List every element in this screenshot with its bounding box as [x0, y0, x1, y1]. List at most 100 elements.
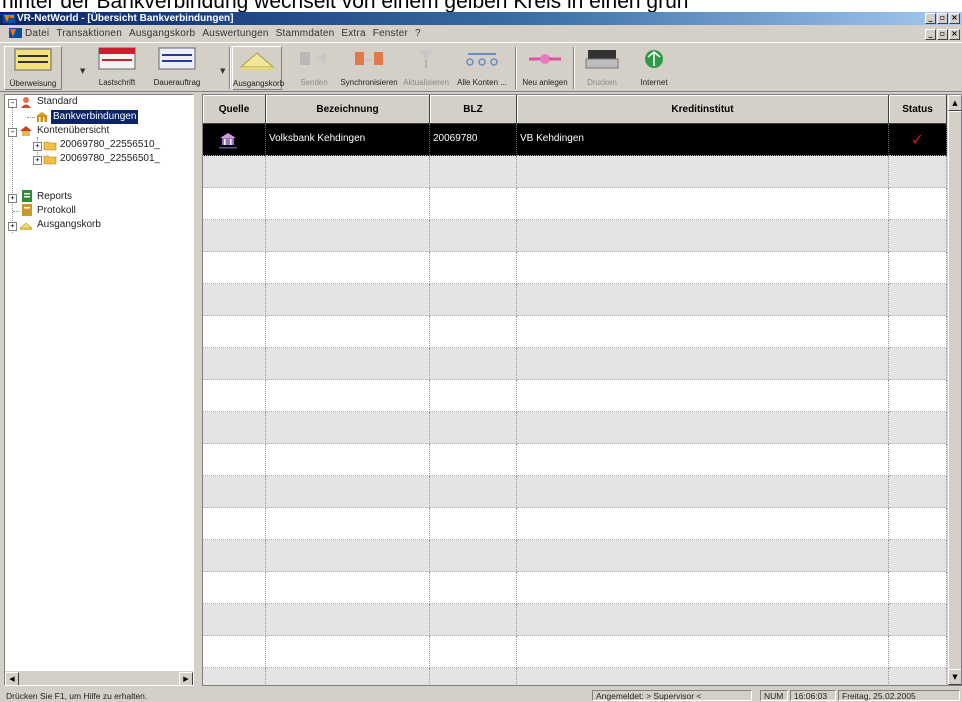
empty-table-row[interactable] [203, 572, 947, 604]
menu-help[interactable]: ? [415, 25, 421, 42]
protocol-icon [22, 204, 32, 216]
document-window-icon[interactable] [9, 28, 22, 38]
status-login: Angemeldet: > Supervisor < [592, 690, 752, 701]
empty-table-row[interactable] [203, 220, 947, 252]
column-header-bezeichnung[interactable]: Bezeichnung [266, 95, 430, 124]
tree-horizontal-scrollbar[interactable]: ◀ ▶ [5, 670, 193, 685]
order-dropdown-arrow[interactable]: ▼ [220, 67, 225, 75]
refresh-button[interactable]: Aktualisieren [400, 46, 452, 90]
transfer-dropdown-arrow[interactable]: ▼ [80, 67, 85, 75]
outbox-icon [239, 52, 275, 70]
empty-cell [266, 636, 430, 668]
all-accounts-button[interactable]: Alle Konten ... [454, 46, 510, 90]
empty-cell [203, 252, 266, 284]
print-button[interactable]: Drucken [578, 46, 626, 90]
column-header-kreditinstitut[interactable]: Kreditinstitut [517, 95, 889, 124]
outbox-button[interactable]: Ausgangskorb [232, 46, 284, 90]
window-controls: _ ▫ × [925, 13, 960, 24]
navigation-tree: − Standard Bankverbindungen − Kontenüber… [4, 94, 194, 686]
empty-cell [517, 220, 889, 252]
column-header-status[interactable]: Status [889, 95, 947, 124]
empty-table-row[interactable] [203, 668, 947, 685]
grid-vertical-scrollbar[interactable]: ▲ ▼ [947, 95, 961, 685]
column-header-quelle[interactable]: Quelle [203, 95, 266, 124]
empty-cell [889, 220, 947, 252]
expand-reports[interactable]: + [8, 194, 17, 203]
standing-order-button[interactable]: Dauerauftrag [148, 46, 206, 90]
restore-button[interactable]: ▫ [937, 13, 948, 24]
scroll-right-arrow[interactable]: ▶ [179, 672, 193, 685]
scroll-left-arrow[interactable]: ◀ [5, 672, 19, 685]
empty-cell [517, 380, 889, 412]
empty-cell [430, 540, 517, 572]
empty-table-row[interactable] [203, 508, 947, 540]
empty-cell [266, 220, 430, 252]
empty-table-row[interactable] [203, 636, 947, 668]
empty-cell [517, 348, 889, 380]
empty-table-row[interactable] [203, 476, 947, 508]
expand-standard[interactable]: − [8, 99, 17, 108]
empty-table-row[interactable] [203, 284, 947, 316]
menu-ausgangskorb[interactable]: Ausgangskorb [129, 25, 195, 42]
expand-account-2[interactable]: + [33, 156, 42, 165]
empty-table-row[interactable] [203, 444, 947, 476]
empty-cell [889, 412, 947, 444]
empty-cell [203, 348, 266, 380]
menu-transaktionen[interactable]: Transaktionen [56, 25, 122, 42]
empty-table-row[interactable] [203, 348, 947, 380]
empty-table-row[interactable] [203, 604, 947, 636]
table-row[interactable]: Volksbank Kehdingen 20069780 VB Kehdinge… [203, 124, 947, 156]
expand-outbox[interactable]: + [8, 222, 17, 231]
empty-cell [430, 284, 517, 316]
empty-cell [889, 316, 947, 348]
transfer-button[interactable]: Überweisung [4, 46, 62, 90]
close-button[interactable]: × [949, 13, 960, 24]
folder-icon [43, 155, 57, 165]
empty-cell [203, 444, 266, 476]
empty-cell [430, 444, 517, 476]
empty-cell [889, 156, 947, 188]
scroll-up-arrow[interactable]: ▲ [948, 95, 961, 111]
window-title: VR-NetWorld - [Übersicht Bankverbindunge… [17, 13, 234, 24]
menu-stammdaten[interactable]: Stammdaten [276, 25, 335, 42]
empty-cell [266, 252, 430, 284]
send-button[interactable]: Senden [290, 46, 338, 90]
new-create-button[interactable]: Neu anlegen [520, 46, 570, 90]
menu-extra[interactable]: Extra [341, 25, 365, 42]
empty-table-row[interactable] [203, 412, 947, 444]
empty-table-row[interactable] [203, 188, 947, 220]
empty-table-row[interactable] [203, 380, 947, 412]
menu-datei[interactable]: Datei [25, 25, 49, 42]
minimize-button[interactable]: _ [925, 13, 936, 24]
empty-table-row[interactable] [203, 156, 947, 188]
doc-close-button[interactable]: × [949, 29, 960, 40]
doc-minimize-button[interactable]: _ [925, 29, 936, 40]
menu-fenster[interactable]: Fenster [373, 25, 408, 42]
empty-table-row[interactable] [203, 316, 947, 348]
doc-restore-button[interactable]: ▫ [937, 29, 948, 40]
empty-cell [889, 348, 947, 380]
empty-cell [430, 412, 517, 444]
column-header-blz[interactable]: BLZ [430, 95, 517, 124]
menu-auswertungen[interactable]: Auswertungen [202, 25, 268, 42]
empty-cell [430, 220, 517, 252]
scroll-down-arrow[interactable]: ▼ [948, 669, 961, 685]
empty-table-row[interactable] [203, 252, 947, 284]
synchronize-button[interactable]: ⋯ Synchronisieren [340, 46, 398, 90]
scrollbar-thumb[interactable] [948, 111, 961, 673]
expand-account-overview[interactable]: − [8, 128, 17, 137]
empty-table-row[interactable] [203, 540, 947, 572]
empty-cell [889, 284, 947, 316]
status-bar: Drücken Sie F1, um Hilfe zu erhalten. An… [0, 690, 962, 702]
empty-cell [430, 380, 517, 412]
expand-account-1[interactable]: + [33, 142, 42, 151]
debit-button[interactable]: Lastschrift [90, 46, 144, 90]
empty-cell [889, 604, 947, 636]
empty-cell [517, 444, 889, 476]
empty-cell [203, 668, 266, 685]
empty-cell [889, 572, 947, 604]
internet-button[interactable]: Internet [630, 46, 678, 90]
toolbar-separator [229, 47, 231, 89]
empty-cell [430, 476, 517, 508]
toolbar-separator [573, 47, 575, 89]
